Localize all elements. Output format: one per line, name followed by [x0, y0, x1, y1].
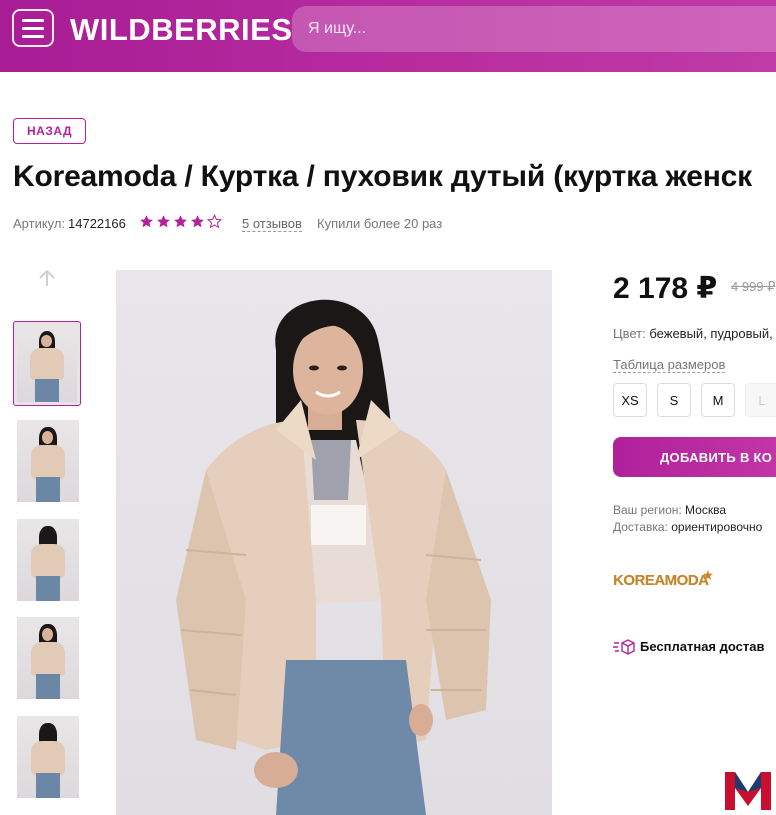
color-info: Цвет: бежевый, пудровый, п	[613, 326, 776, 341]
menu-line	[22, 18, 44, 22]
bought-count: Купили более 20 раз	[317, 216, 443, 231]
thumbnail-5[interactable]	[17, 716, 79, 798]
brand-logo[interactable]: KOREAMODA	[613, 572, 709, 589]
size-l-button[interactable]: L	[745, 383, 776, 417]
thumbnail-image	[17, 617, 79, 699]
star-filled-icon	[140, 215, 153, 228]
region-info: Ваш регион: Москва	[613, 503, 726, 517]
menu-line	[22, 34, 44, 38]
old-price: 4 999 ₽	[731, 279, 776, 294]
region-label: Ваш регион:	[613, 503, 682, 517]
hamburger-menu-icon[interactable]	[12, 9, 54, 47]
product-photo-illustration	[176, 299, 491, 815]
color-value: бежевый, пудровый, п	[649, 326, 776, 341]
size-table-link[interactable]: Таблица размеров	[613, 357, 726, 373]
delivery-info: Доставка: ориентировочно	[613, 520, 762, 534]
size-s-button[interactable]: S	[657, 383, 691, 417]
size-xs-button[interactable]: XS	[613, 383, 647, 417]
current-price: 2 178 ₽	[613, 272, 718, 305]
wildberries-logo[interactable]: WILDBERRIES	[70, 12, 293, 48]
star-filled-icon	[174, 215, 187, 228]
rating-stars	[139, 214, 222, 229]
thumbnail-image	[17, 325, 77, 402]
delivery-label: Доставка:	[613, 520, 668, 534]
thumbnail-1[interactable]	[13, 321, 81, 406]
free-delivery-label: Бесплатная достав	[640, 639, 765, 654]
brand-star-icon	[703, 570, 713, 580]
back-button[interactable]: НАЗАД	[13, 118, 86, 144]
thumbnail-image	[17, 420, 79, 502]
delivery-box-icon	[613, 639, 635, 655]
main-product-photo[interactable]	[116, 270, 552, 815]
arrow-up-icon[interactable]	[36, 268, 58, 288]
m-watermark-logo	[725, 772, 771, 810]
product-title: Koreamoda / Куртка / пуховик дутый (курт…	[13, 160, 752, 193]
delivery-value: ориентировочно	[671, 520, 763, 534]
article-label: Артикул:	[13, 216, 66, 231]
thumbnail-4[interactable]	[17, 617, 79, 699]
thumbnail-image	[17, 716, 79, 798]
top-header: WILDBERRIES	[0, 0, 776, 72]
size-m-button[interactable]: M	[701, 383, 735, 417]
star-empty-icon	[207, 214, 222, 229]
article-value: 14722166	[68, 216, 126, 231]
reviews-link[interactable]: 5 отзывов	[242, 216, 302, 232]
thumbnail-image	[17, 519, 79, 601]
star-filled-icon	[191, 215, 204, 228]
region-value[interactable]: Москва	[685, 503, 726, 517]
thumbnail-3[interactable]	[17, 519, 79, 601]
color-label: Цвет:	[613, 326, 646, 341]
search-input[interactable]	[292, 6, 776, 52]
menu-line	[22, 26, 44, 30]
star-filled-icon	[157, 215, 170, 228]
thumbnail-2[interactable]	[17, 420, 79, 502]
add-to-cart-button[interactable]: ДОБАВИТЬ В КО	[613, 437, 776, 477]
